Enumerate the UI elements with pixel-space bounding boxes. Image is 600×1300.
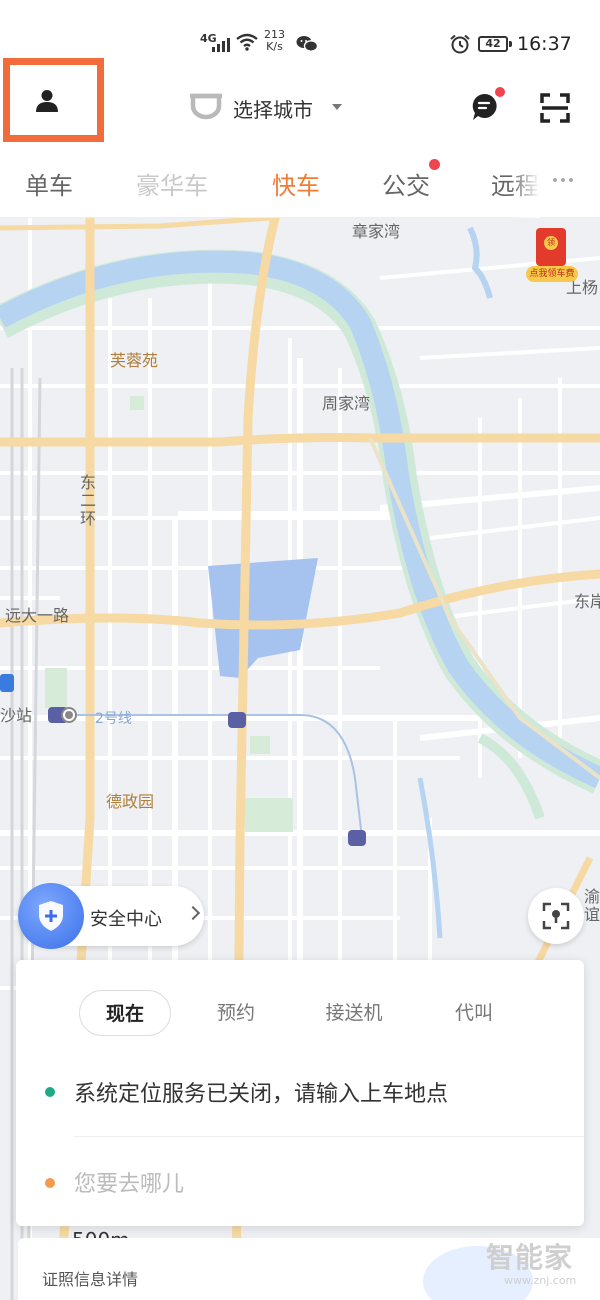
map-label: 沙站 xyxy=(0,706,33,725)
license-info-link[interactable]: 证照信息详情 xyxy=(42,1266,138,1290)
tab-bus[interactable]: 公交 xyxy=(382,166,430,201)
battery-icon: 42 xyxy=(478,36,512,52)
map-label: 周家湾 xyxy=(322,394,371,413)
app-screen: 4G 213 K/s 42 16:37 选择城市 单车 豪华车 快车 公交 章家… xyxy=(0,0,600,1300)
locate-button[interactable] xyxy=(528,888,584,944)
scan-icon[interactable] xyxy=(540,93,570,127)
speed-unit: K/s xyxy=(266,40,283,53)
wechat-icon xyxy=(296,35,319,57)
message-icon[interactable] xyxy=(470,92,498,126)
metro-line-label: 2号线 xyxy=(95,711,132,727)
profile-button[interactable] xyxy=(3,58,104,142)
red-packet-seal: 领 xyxy=(544,236,558,250)
mode-call-for-others[interactable]: 代叫 xyxy=(436,990,512,1036)
destination-dot xyxy=(45,1178,55,1188)
city-selector[interactable]: 选择城市 xyxy=(233,94,313,123)
map-label: 东岸 xyxy=(574,592,600,611)
map-label: 芙蓉苑 xyxy=(110,351,159,370)
mode-reserve[interactable]: 预约 xyxy=(196,990,276,1036)
map-label: 德政园 xyxy=(106,792,155,811)
watermark-text: 智能家 xyxy=(486,1241,574,1274)
map-label: 章家湾 xyxy=(352,222,401,241)
map-label: 东二环 xyxy=(77,474,96,528)
mode-airport[interactable]: 接送机 xyxy=(306,990,402,1036)
person-icon xyxy=(34,88,60,118)
shield-icon xyxy=(18,883,84,949)
didi-logo xyxy=(189,90,223,124)
service-tabs: 单车 豪华车 快车 公交 远程 xyxy=(0,142,600,218)
pickup-dot xyxy=(45,1087,55,1097)
wifi-icon xyxy=(235,33,259,55)
message-badge xyxy=(495,87,505,97)
mode-now[interactable]: 现在 xyxy=(79,990,171,1036)
map-label: 远大一路 xyxy=(5,606,70,625)
bus-badge xyxy=(429,159,440,170)
tab-bike[interactable]: 单车 xyxy=(25,166,73,201)
alarm-icon xyxy=(449,34,471,58)
network-speed: 213 K/s xyxy=(264,29,285,53)
clock: 16:37 xyxy=(517,33,572,55)
chevron-down-icon xyxy=(332,104,342,110)
safety-center-label: 安全中心 xyxy=(90,909,162,930)
tab-express[interactable]: 快车 xyxy=(272,166,320,201)
safety-center-button[interactable]: 安全中心 xyxy=(18,883,204,949)
divider xyxy=(74,1136,584,1137)
more-icon[interactable] xyxy=(553,178,573,182)
chevron-right-icon xyxy=(185,905,201,921)
locate-icon xyxy=(542,902,570,930)
booking-card: 现在 预约 接送机 代叫 系统定位服务已关闭，请输入上车地点 您要去哪儿 xyxy=(16,960,584,1226)
top-bar: 选择城市 xyxy=(0,58,600,142)
red-packet-label: 点我领车费 xyxy=(526,266,578,282)
tab-fade xyxy=(510,142,540,218)
pickup-input[interactable]: 系统定位服务已关闭，请输入上车地点 xyxy=(74,1076,448,1108)
red-packet-promo[interactable]: 领 点我领车费 xyxy=(526,228,578,284)
watermark: 智能家 www.znj.com xyxy=(486,1236,596,1287)
signal-icon xyxy=(212,34,230,52)
destination-input[interactable]: 您要去哪儿 xyxy=(74,1166,184,1198)
tab-luxury[interactable]: 豪华车 xyxy=(136,166,208,201)
